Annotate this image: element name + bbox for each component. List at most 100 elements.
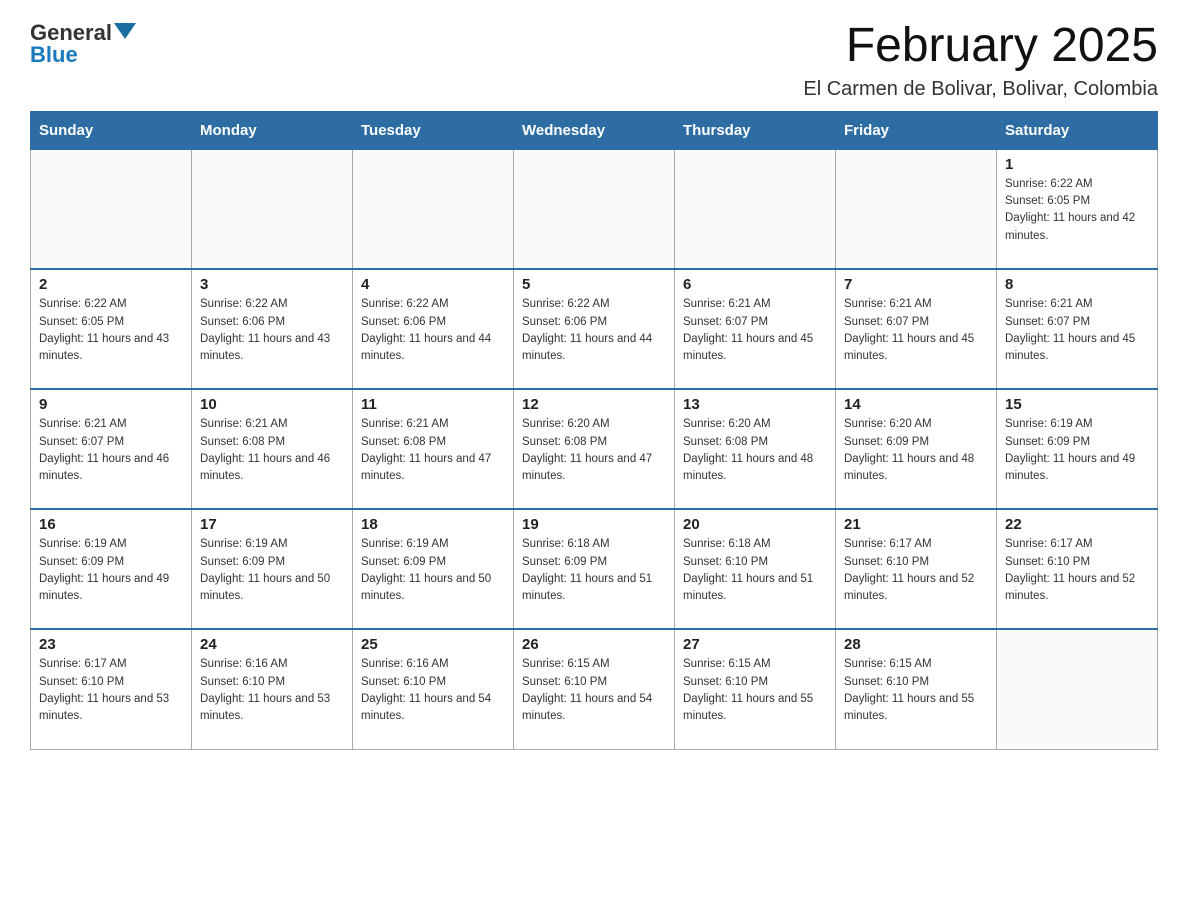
calendar-cell: 22 Sunrise: 6:17 AM Sunset: 6:10 PM Dayli… <box>997 509 1158 629</box>
day-number: 25 <box>361 636 505 653</box>
day-info: Sunrise: 6:20 AM Sunset: 6:09 PM Dayligh… <box>844 416 988 485</box>
day-number: 7 <box>844 276 988 293</box>
day-info: Sunrise: 6:18 AM Sunset: 6:09 PM Dayligh… <box>522 536 666 605</box>
title-section: February 2025 El Carmen de Bolivar, Boli… <box>803 20 1158 101</box>
day-number: 23 <box>39 636 183 653</box>
day-info: Sunrise: 6:20 AM Sunset: 6:08 PM Dayligh… <box>683 416 827 485</box>
calendar-cell: 4 Sunrise: 6:22 AM Sunset: 6:06 PM Daylig… <box>353 269 514 389</box>
calendar-cell: 5 Sunrise: 6:22 AM Sunset: 6:06 PM Daylig… <box>514 269 675 389</box>
calendar-header-tuesday: Tuesday <box>353 111 514 149</box>
day-number: 9 <box>39 396 183 413</box>
day-info: Sunrise: 6:21 AM Sunset: 6:07 PM Dayligh… <box>39 416 183 485</box>
calendar-cell: 27 Sunrise: 6:15 AM Sunset: 6:10 PM Dayli… <box>675 629 836 749</box>
day-number: 16 <box>39 516 183 533</box>
day-info: Sunrise: 6:15 AM Sunset: 6:10 PM Dayligh… <box>683 656 827 725</box>
day-info: Sunrise: 6:19 AM Sunset: 6:09 PM Dayligh… <box>200 536 344 605</box>
day-number: 11 <box>361 396 505 413</box>
day-info: Sunrise: 6:21 AM Sunset: 6:07 PM Dayligh… <box>844 296 988 365</box>
calendar-cell <box>997 629 1158 749</box>
day-number: 18 <box>361 516 505 533</box>
day-info: Sunrise: 6:21 AM Sunset: 6:07 PM Dayligh… <box>1005 296 1149 365</box>
day-number: 1 <box>1005 156 1149 173</box>
calendar-cell: 11 Sunrise: 6:21 AM Sunset: 6:08 PM Dayli… <box>353 389 514 509</box>
calendar-cell: 3Sunrise: 6:22 AM Sunset: 6:06 PM Daylig… <box>192 269 353 389</box>
calendar-cell: 21Sunrise: 6:17 AM Sunset: 6:10 PM Dayli… <box>836 509 997 629</box>
day-info: Sunrise: 6:17 AM Sunset: 6:10 PM Dayligh… <box>1005 536 1149 605</box>
calendar-cell: 18 Sunrise: 6:19 AM Sunset: 6:09 PM Dayli… <box>353 509 514 629</box>
calendar-cell: 23 Sunrise: 6:17 AM Sunset: 6:10 PM Dayli… <box>31 629 192 749</box>
calendar-cell: 12 Sunrise: 6:20 AM Sunset: 6:08 PM Dayli… <box>514 389 675 509</box>
day-number: 6 <box>683 276 827 293</box>
calendar-week-row: 9 Sunrise: 6:21 AM Sunset: 6:07 PM Daylig… <box>31 389 1158 509</box>
day-info: Sunrise: 6:22 AM Sunset: 6:06 PM Dayligh… <box>361 296 505 365</box>
calendar-cell: 16 Sunrise: 6:19 AM Sunset: 6:09 PM Dayli… <box>31 509 192 629</box>
calendar-cell: 20 Sunrise: 6:18 AM Sunset: 6:10 PM Dayli… <box>675 509 836 629</box>
day-number: 20 <box>683 516 827 533</box>
day-number: 27 <box>683 636 827 653</box>
location-text: El Carmen de Bolivar, Bolivar, Colombia <box>803 78 1158 101</box>
calendar-cell: 19 Sunrise: 6:18 AM Sunset: 6:09 PM Dayli… <box>514 509 675 629</box>
calendar-cell: 14 Sunrise: 6:20 AM Sunset: 6:09 PM Dayli… <box>836 389 997 509</box>
calendar-week-row: 1Sunrise: 6:22 AM Sunset: 6:05 PM Daylig… <box>31 149 1158 269</box>
day-info: Sunrise: 6:21 AM Sunset: 6:08 PM Dayligh… <box>361 416 505 485</box>
logo: General Blue <box>30 20 136 66</box>
calendar-cell: 1Sunrise: 6:22 AM Sunset: 6:05 PM Daylig… <box>997 149 1158 269</box>
day-number: 26 <box>522 636 666 653</box>
calendar-cell: 28Sunrise: 6:15 AM Sunset: 6:10 PM Dayli… <box>836 629 997 749</box>
calendar-week-row: 23 Sunrise: 6:17 AM Sunset: 6:10 PM Dayli… <box>31 629 1158 749</box>
calendar-cell: 7 Sunrise: 6:21 AM Sunset: 6:07 PM Daylig… <box>836 269 997 389</box>
day-info: Sunrise: 6:19 AM Sunset: 6:09 PM Dayligh… <box>1005 416 1149 485</box>
calendar-header-friday: Friday <box>836 111 997 149</box>
day-number: 24 <box>200 636 344 653</box>
calendar-cell: 6 Sunrise: 6:21 AM Sunset: 6:07 PM Daylig… <box>675 269 836 389</box>
calendar-table: SundayMondayTuesdayWednesdayThursdayFrid… <box>30 111 1158 750</box>
day-info: Sunrise: 6:16 AM Sunset: 6:10 PM Dayligh… <box>361 656 505 725</box>
calendar-header-saturday: Saturday <box>997 111 1158 149</box>
calendar-header-row: SundayMondayTuesdayWednesdayThursdayFrid… <box>31 111 1158 149</box>
calendar-cell: 17Sunrise: 6:19 AM Sunset: 6:09 PM Dayli… <box>192 509 353 629</box>
calendar-header-monday: Monday <box>192 111 353 149</box>
calendar-cell: 8 Sunrise: 6:21 AM Sunset: 6:07 PM Daylig… <box>997 269 1158 389</box>
calendar-header-wednesday: Wednesday <box>514 111 675 149</box>
day-info: Sunrise: 6:19 AM Sunset: 6:09 PM Dayligh… <box>361 536 505 605</box>
calendar-cell <box>514 149 675 269</box>
calendar-cell: 26 Sunrise: 6:15 AM Sunset: 6:10 PM Dayli… <box>514 629 675 749</box>
calendar-cell <box>836 149 997 269</box>
day-info: Sunrise: 6:17 AM Sunset: 6:10 PM Dayligh… <box>39 656 183 725</box>
calendar-cell <box>192 149 353 269</box>
day-number: 8 <box>1005 276 1149 293</box>
calendar-week-row: 16 Sunrise: 6:19 AM Sunset: 6:09 PM Dayli… <box>31 509 1158 629</box>
day-number: 14 <box>844 396 988 413</box>
calendar-cell: 9 Sunrise: 6:21 AM Sunset: 6:07 PM Daylig… <box>31 389 192 509</box>
calendar-cell <box>31 149 192 269</box>
calendar-cell <box>675 149 836 269</box>
day-info: Sunrise: 6:18 AM Sunset: 6:10 PM Dayligh… <box>683 536 827 605</box>
day-number: 13 <box>683 396 827 413</box>
calendar-header-sunday: Sunday <box>31 111 192 149</box>
day-number: 28 <box>844 636 988 653</box>
calendar-header-thursday: Thursday <box>675 111 836 149</box>
day-info: Sunrise: 6:22 AM Sunset: 6:06 PM Dayligh… <box>522 296 666 365</box>
day-number: 5 <box>522 276 666 293</box>
calendar-week-row: 2 Sunrise: 6:22 AM Sunset: 6:05 PM Daylig… <box>31 269 1158 389</box>
day-info: Sunrise: 6:22 AM Sunset: 6:06 PM Dayligh… <box>200 296 344 365</box>
logo-blue-text: Blue <box>30 44 78 66</box>
calendar-cell: 15 Sunrise: 6:19 AM Sunset: 6:09 PM Dayli… <box>997 389 1158 509</box>
day-info: Sunrise: 6:22 AM Sunset: 6:05 PM Dayligh… <box>39 296 183 365</box>
day-info: Sunrise: 6:19 AM Sunset: 6:09 PM Dayligh… <box>39 536 183 605</box>
day-number: 10 <box>200 396 344 413</box>
day-number: 2 <box>39 276 183 293</box>
day-number: 12 <box>522 396 666 413</box>
calendar-cell: 24 Sunrise: 6:16 AM Sunset: 6:10 PM Dayli… <box>192 629 353 749</box>
day-number: 19 <box>522 516 666 533</box>
day-number: 4 <box>361 276 505 293</box>
day-info: Sunrise: 6:21 AM Sunset: 6:07 PM Dayligh… <box>683 296 827 365</box>
day-number: 22 <box>1005 516 1149 533</box>
calendar-cell: 2 Sunrise: 6:22 AM Sunset: 6:05 PM Daylig… <box>31 269 192 389</box>
day-info: Sunrise: 6:15 AM Sunset: 6:10 PM Dayligh… <box>522 656 666 725</box>
day-info: Sunrise: 6:16 AM Sunset: 6:10 PM Dayligh… <box>200 656 344 725</box>
day-number: 15 <box>1005 396 1149 413</box>
day-info: Sunrise: 6:20 AM Sunset: 6:08 PM Dayligh… <box>522 416 666 485</box>
month-title: February 2025 <box>803 20 1158 73</box>
calendar-cell: 13 Sunrise: 6:20 AM Sunset: 6:08 PM Dayli… <box>675 389 836 509</box>
